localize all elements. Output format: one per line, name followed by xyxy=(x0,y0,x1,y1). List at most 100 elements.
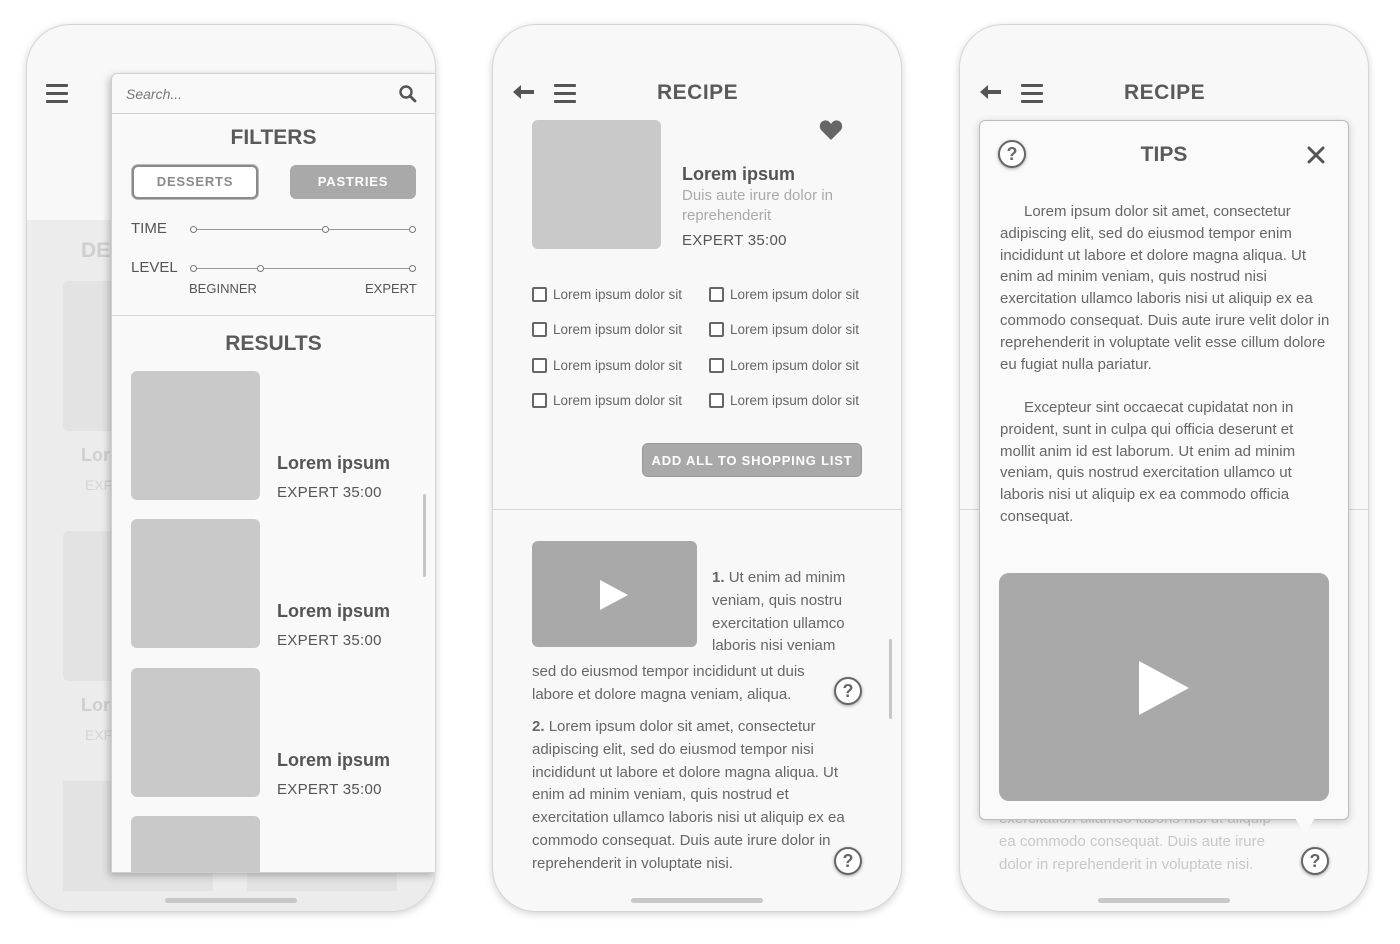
ingredient-checkbox[interactable]: Lorem ipsum dolor sit xyxy=(709,287,859,302)
home-indicator[interactable] xyxy=(1098,898,1230,903)
ingredient-checkbox[interactable]: Lorem ipsum dolor sit xyxy=(532,393,682,408)
result-thumbnail[interactable] xyxy=(131,371,260,500)
page-title: RECIPE xyxy=(1124,81,1206,104)
search-input[interactable] xyxy=(126,82,386,106)
recipe-meta: EXPERT 35:00 xyxy=(682,232,787,249)
menu-icon[interactable] xyxy=(46,84,68,108)
level-slider-handle[interactable] xyxy=(257,265,264,272)
recipe-subtitle: Duis aute irure dolor in reprehenderit xyxy=(682,187,833,224)
step-number: 1. xyxy=(712,569,725,586)
add-to-shopping-list-button[interactable]: ADD ALL TO SHOPPING LIST xyxy=(642,443,862,477)
level-label: LEVEL xyxy=(131,259,178,276)
result-title[interactable]: Lorem ipsum xyxy=(277,750,390,771)
filters-title: FILTERS xyxy=(230,126,317,149)
tips-video[interactable] xyxy=(999,573,1329,801)
phone-screen-filters: DE Lor EXF Lor EXF FILTERS DESSERTS PAST… xyxy=(26,24,436,912)
step-text: Ut enim ad minim veniam, quis nostru exe… xyxy=(712,569,846,655)
ingredient-label: Lorem ipsum dolor sit xyxy=(730,393,860,408)
ingredient-label: Lorem ipsum dolor sit xyxy=(730,322,860,337)
result-thumbnail[interactable] xyxy=(131,668,260,797)
home-indicator[interactable] xyxy=(631,898,763,903)
time-slider-handle[interactable] xyxy=(190,226,197,233)
recipe-image xyxy=(532,120,661,249)
home-indicator[interactable] xyxy=(165,898,297,903)
level-slider-track xyxy=(194,268,414,269)
level-max-label: EXPERT xyxy=(365,281,417,296)
time-label: TIME xyxy=(131,220,167,237)
background-section-title: DE xyxy=(81,239,111,262)
phone-screen-tips: RECIPE exercitation ullamco laboris nisi… xyxy=(959,24,1369,912)
ingredient-label: Lorem ipsum dolor sit xyxy=(730,358,860,373)
menu-icon[interactable] xyxy=(1021,84,1043,108)
ingredient-checkbox[interactable]: Lorem ipsum dolor sit xyxy=(709,393,859,408)
ingredient-checkbox[interactable]: Lorem ipsum dolor sit xyxy=(709,358,859,373)
phone-screen-recipe: RECIPE Lorem ipsum Duis aute irure dolor… xyxy=(492,24,902,912)
close-icon[interactable] xyxy=(1307,146,1325,164)
play-icon[interactable] xyxy=(1137,660,1191,716)
result-title[interactable]: Lorem ipsum xyxy=(277,601,390,622)
scrollbar[interactable] xyxy=(423,494,426,577)
ingredient-label: Lorem ipsum dolor sit xyxy=(730,287,860,302)
time-slider-handle[interactable] xyxy=(322,226,329,233)
checkbox-icon[interactable] xyxy=(532,287,547,302)
help-icon[interactable]: ? xyxy=(834,847,862,875)
checkbox-icon[interactable] xyxy=(532,358,547,373)
background-text: ea commodo consequat. Duis aute irure xyxy=(999,833,1265,850)
checkbox-icon[interactable] xyxy=(709,358,724,373)
ingredient-label: Lorem ipsum dolor sit xyxy=(553,322,683,337)
divider xyxy=(112,315,435,316)
scrollbar[interactable] xyxy=(889,639,892,719)
ingredient-checkbox[interactable]: Lorem ipsum dolor sit xyxy=(532,322,682,337)
checkbox-icon[interactable] xyxy=(532,322,547,337)
help-icon[interactable]: ? xyxy=(834,677,862,705)
back-arrow-icon[interactable] xyxy=(980,85,1002,99)
heart-icon[interactable] xyxy=(819,119,843,141)
background-card-meta: EXF xyxy=(85,477,113,493)
page-title: RECIPE xyxy=(657,81,739,104)
divider xyxy=(493,509,901,510)
ingredient-checkbox[interactable]: Lorem ipsum dolor sit xyxy=(709,322,859,337)
step-text: Lorem ipsum dolor sit amet, consectetur … xyxy=(532,718,845,872)
background-card-title: Lor xyxy=(81,695,110,715)
tips-paragraph: Lorem ipsum dolor sit amet, consectetur … xyxy=(1000,203,1330,373)
result-meta: EXPERT 35:00 xyxy=(277,484,382,501)
results-title: RESULTS xyxy=(225,332,322,355)
tips-title: TIPS xyxy=(1140,143,1188,166)
chip-desserts[interactable]: DESSERTS xyxy=(132,165,258,199)
step-1-text: sed do eiusmod tempor incididunt ut duis… xyxy=(532,663,805,703)
result-thumbnail[interactable] xyxy=(131,519,260,648)
step-video[interactable] xyxy=(532,541,697,647)
background-text: dolor in reprehenderit in voluptate nisi… xyxy=(999,856,1254,873)
recipe-name: Lorem ipsum xyxy=(682,164,796,184)
result-title[interactable]: Lorem ipsum xyxy=(277,453,390,474)
play-icon[interactable] xyxy=(598,579,630,611)
search-bar xyxy=(112,74,435,114)
ingredient-label: Lorem ipsum dolor sit xyxy=(553,287,683,302)
checkbox-icon[interactable] xyxy=(709,393,724,408)
search-icon[interactable] xyxy=(398,84,418,104)
ingredient-label: Lorem ipsum dolor sit xyxy=(553,393,683,408)
result-meta: EXPERT 35:00 xyxy=(277,632,382,649)
level-slider-end xyxy=(409,265,416,272)
level-slider-handle[interactable] xyxy=(190,265,197,272)
checkbox-icon[interactable] xyxy=(709,322,724,337)
step-number: 2. xyxy=(532,718,545,735)
help-icon[interactable]: ? xyxy=(1301,847,1329,875)
tips-paragraph: Excepteur sint occaecat cupidatat non in… xyxy=(1000,399,1296,525)
dialog-pointer xyxy=(1295,818,1315,834)
checkbox-icon[interactable] xyxy=(709,287,724,302)
result-thumbnail[interactable] xyxy=(131,816,260,872)
step-1-side-text: 1. Ut enim ad minim veniam, quis nostru … xyxy=(712,567,872,658)
menu-icon[interactable] xyxy=(554,84,576,108)
back-arrow-icon[interactable] xyxy=(513,85,535,99)
result-meta: EXPERT 35:00 xyxy=(277,781,382,798)
chip-pastries[interactable]: PASTRIES xyxy=(290,165,416,199)
filter-panel: FILTERS DESSERTS PASTRIES TIME LEVEL BEG… xyxy=(111,73,435,873)
checkbox-icon[interactable] xyxy=(532,393,547,408)
tips-dialog: ? TIPS Lorem ipsum dolor sit amet, conse… xyxy=(979,120,1349,820)
ingredient-checkbox[interactable]: Lorem ipsum dolor sit xyxy=(532,358,682,373)
ingredient-checkbox[interactable]: Lorem ipsum dolor sit xyxy=(532,287,682,302)
background-card-meta: EXF xyxy=(85,727,113,743)
time-slider-end xyxy=(409,226,416,233)
background-card-title: Lor xyxy=(81,445,110,465)
